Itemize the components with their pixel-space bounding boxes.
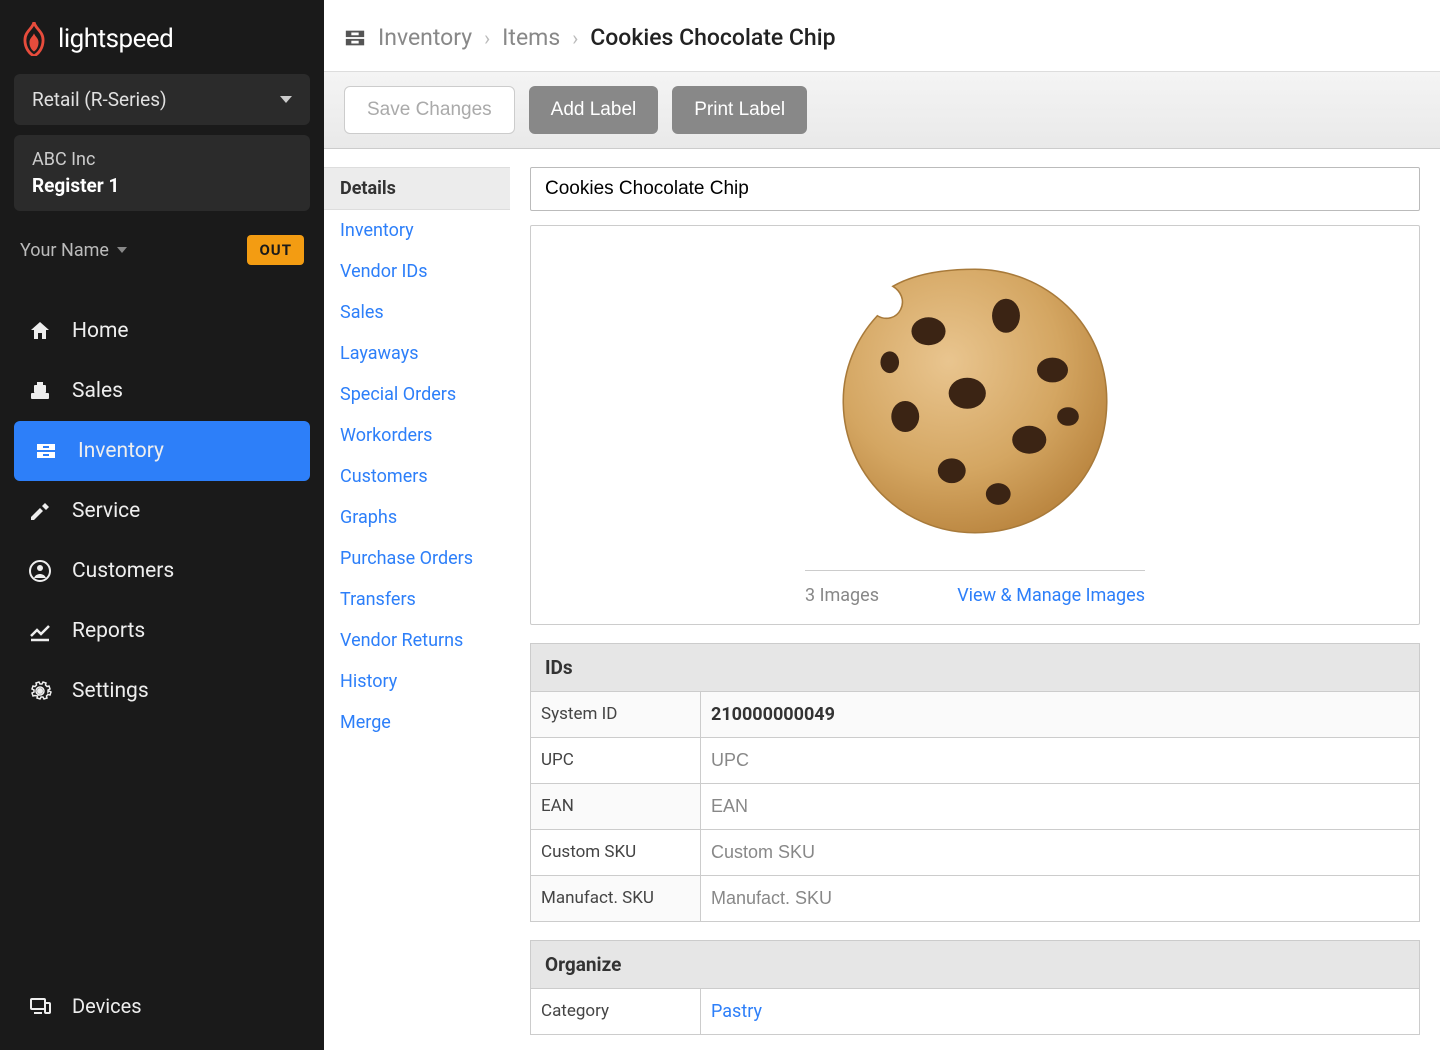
system-id-label: System ID (531, 692, 701, 737)
chevron-down-icon (280, 96, 292, 103)
upc-input[interactable] (701, 738, 1419, 783)
save-changes-button: Save Changes (344, 86, 515, 134)
chart-icon (28, 619, 52, 643)
ean-input[interactable] (701, 784, 1419, 829)
nav-item-sales[interactable]: Sales (0, 361, 324, 421)
subnav-vendor-returns[interactable]: Vendor Returns (340, 620, 510, 661)
manuf-sku-input[interactable] (701, 876, 1419, 921)
chevron-down-icon (117, 247, 127, 253)
nav-item-home[interactable]: Home (0, 301, 324, 361)
register-icon (28, 379, 52, 403)
chevron-right-icon: › (572, 26, 578, 50)
manage-images-link[interactable]: View & Manage Images (957, 585, 1145, 606)
subnav-special-orders[interactable]: Special Orders (340, 374, 510, 415)
custom-sku-input[interactable] (701, 830, 1419, 875)
print-label-button[interactable]: Print Label (672, 86, 807, 134)
item-image (820, 246, 1130, 556)
nav-item-inventory[interactable]: Inventory (14, 421, 310, 481)
breadcrumb-inventory[interactable]: Inventory (378, 24, 472, 51)
device-icon (28, 994, 52, 1018)
nav-item-settings[interactable]: Settings (0, 661, 324, 721)
sidebar: lightspeed Retail (R-Series) ABC Inc Reg… (0, 0, 324, 1050)
nav-label: Service (72, 499, 140, 523)
subnav-layaways[interactable]: Layaways (340, 333, 510, 374)
item-image-card: 3 Images View & Manage Images (530, 225, 1420, 625)
subnav-vendor-ids[interactable]: Vendor IDs (340, 251, 510, 292)
company-box[interactable]: ABC Inc Register 1 (14, 135, 310, 211)
category-link[interactable]: Pastry (701, 989, 1419, 1034)
ean-label: EAN (531, 784, 701, 829)
nav-item-reports[interactable]: Reports (0, 601, 324, 661)
flame-icon (20, 22, 48, 56)
subnav-workorders[interactable]: Workorders (340, 415, 510, 456)
breadcrumb: Inventory › Items › Cookies Chocolate Ch… (324, 0, 1440, 71)
custom-sku-label: Custom SKU (531, 830, 701, 875)
nav-label: Home (72, 319, 129, 343)
drawer-icon (34, 439, 58, 463)
breadcrumb-items[interactable]: Items (502, 24, 560, 51)
breadcrumb-current: Cookies Chocolate Chip (590, 24, 835, 51)
main: Inventory › Items › Cookies Chocolate Ch… (324, 0, 1440, 1050)
nav-item-devices[interactable]: Devices (0, 976, 324, 1050)
subnav-sales[interactable]: Sales (340, 292, 510, 333)
clock-out-badge[interactable]: OUT (247, 235, 304, 265)
primary-nav: Home Sales Inventory Service (0, 301, 324, 721)
toolbar: Save Changes Add Label Print Label (324, 71, 1440, 149)
nav-label: Inventory (78, 439, 164, 463)
item-subnav: Details Inventory Vendor IDs Sales Layaw… (324, 149, 510, 1050)
home-icon (28, 319, 52, 343)
hammer-icon (28, 499, 52, 523)
user-name: Your Name (20, 240, 109, 261)
subnav-customers[interactable]: Customers (340, 456, 510, 497)
subnav-graphs[interactable]: Graphs (340, 497, 510, 538)
add-label-button[interactable]: Add Label (529, 86, 659, 134)
subnav-transfers[interactable]: Transfers (340, 579, 510, 620)
user-row: Your Name OUT (0, 221, 324, 285)
subnav-merge[interactable]: Merge (340, 702, 510, 743)
ids-section-header: IDs (530, 643, 1420, 692)
register-name: Register 1 (32, 174, 292, 197)
series-label: Retail (R-Series) (32, 88, 167, 111)
brand-logo: lightspeed (0, 0, 324, 74)
manuf-sku-label: Manufact. SKU (531, 876, 701, 921)
subnav-history[interactable]: History (340, 661, 510, 702)
system-id-value: 210000000049 (701, 692, 1419, 737)
nav-label: Settings (72, 679, 149, 703)
chevron-right-icon: › (484, 26, 490, 50)
gear-icon (28, 679, 52, 703)
drawer-icon (344, 28, 366, 48)
nav-item-service[interactable]: Service (0, 481, 324, 541)
series-selector[interactable]: Retail (R-Series) (14, 74, 310, 125)
subnav-inventory[interactable]: Inventory (340, 210, 510, 251)
devices-label: Devices (72, 994, 142, 1018)
subnav-details[interactable]: Details (324, 167, 510, 210)
nav-label: Reports (72, 619, 145, 643)
nav-label: Customers (72, 559, 174, 583)
category-label: Category (531, 989, 701, 1034)
brand-name: lightspeed (58, 24, 173, 54)
upc-label: UPC (531, 738, 701, 783)
item-name-input[interactable] (530, 167, 1420, 211)
subnav-purchase-orders[interactable]: Purchase Orders (340, 538, 510, 579)
image-count: 3 Images (805, 585, 879, 606)
nav-item-customers[interactable]: Customers (0, 541, 324, 601)
user-menu[interactable]: Your Name (20, 240, 127, 261)
company-name: ABC Inc (32, 149, 292, 170)
organize-section-header: Organize (530, 940, 1420, 989)
nav-label: Sales (72, 379, 123, 403)
detail-pane: 3 Images View & Manage Images IDs System… (510, 149, 1440, 1050)
person-icon (28, 559, 52, 583)
